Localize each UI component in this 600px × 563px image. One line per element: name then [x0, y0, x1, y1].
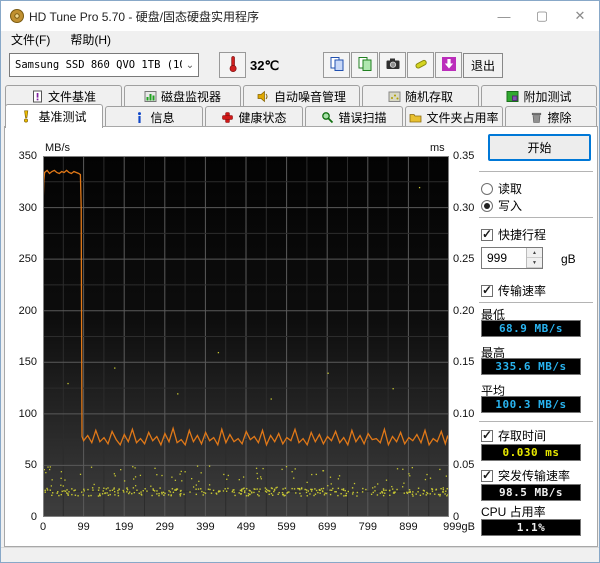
thermometer-icon — [225, 55, 241, 76]
cpu-label: CPU 占用率 — [481, 505, 546, 519]
burst-rate-label: 突发传输速率 — [498, 469, 571, 483]
tab-disk-monitor[interactable]: 磁盘监视器 — [124, 85, 241, 106]
temperature-value: 32℃ — [250, 58, 280, 73]
drive-select-value: Samsung SSD 860 QVO 1TB (1000 gB) — [15, 59, 182, 71]
separator — [479, 421, 593, 422]
checkbox-check-icon — [481, 283, 493, 297]
tab-label: 信息 — [150, 111, 175, 125]
tab-random-access[interactable]: 随机存取 — [362, 85, 479, 106]
maximize-button[interactable]: ▢ — [523, 1, 561, 31]
tab-label: 基准测试 — [38, 110, 87, 124]
download-icon — [441, 56, 457, 75]
download-button[interactable] — [435, 52, 462, 78]
y-left-unit-label: MB/s — [45, 142, 71, 154]
separator — [479, 171, 593, 172]
chevron-down-icon: ⌄ — [185, 59, 195, 71]
tab-erase[interactable]: 擦除 — [505, 106, 597, 128]
tab-label: 错误扫描 — [338, 111, 387, 125]
temperature-button[interactable] — [219, 52, 246, 78]
menu-bar: 文件(F) 帮助(H) — [1, 31, 599, 48]
title-bar: HD Tune Pro 5.70 - 硬盘/固态硬盘实用程序 — ▢ ✕ — [1, 1, 599, 31]
menu-help[interactable]: 帮助(H) — [60, 31, 121, 48]
min-value-display: 68.9 MB/s — [481, 320, 581, 337]
write-radio-label: 写入 — [498, 199, 523, 213]
tab-label: 磁盘监视器 — [160, 89, 221, 104]
spinner-up-icon[interactable]: ▲ — [527, 248, 542, 258]
tab-noise-management[interactable]: 自动噪音管理 — [243, 85, 360, 106]
save-results-icon — [413, 56, 429, 75]
tab-extra-tests[interactable]: 附加测试 — [481, 85, 597, 106]
transfer-rate-label: 传输速率 — [498, 284, 547, 298]
erase-icon — [530, 111, 543, 124]
radio-circle-icon — [481, 182, 493, 195]
short-stroke-unit-label: gB — [561, 252, 576, 266]
max-value-display: 335.6 MB/s — [481, 358, 581, 375]
copy-image-button[interactable] — [351, 52, 378, 78]
extra-tests-icon — [506, 90, 519, 103]
tab-label: 健康状态 — [238, 111, 287, 125]
separator — [479, 302, 593, 303]
close-button[interactable]: ✕ — [561, 1, 599, 31]
burst-rate-display: 98.5 MB/s — [481, 484, 581, 501]
app-logo-icon — [9, 8, 25, 27]
copy-button[interactable] — [323, 52, 350, 78]
tab-info[interactable]: 信息 — [105, 106, 203, 128]
checkbox-check-icon — [481, 468, 493, 482]
menu-file[interactable]: 文件(F) — [1, 31, 60, 48]
info-icon — [133, 111, 146, 124]
folder-usage-icon — [409, 111, 422, 124]
status-bar — [1, 547, 599, 562]
tab-health[interactable]: 健康状态 — [205, 106, 303, 128]
file-benchmark-icon — [31, 90, 44, 103]
copy-icon — [329, 56, 345, 75]
tab-benchmark[interactable]: 基准测试 — [5, 104, 103, 128]
y-right-unit-label: ms — [430, 142, 445, 154]
write-radio[interactable]: 写入 — [481, 197, 522, 214]
short-stroke-spinner[interactable]: 999 ▲ ▼ — [481, 247, 543, 269]
copy-image-icon — [357, 56, 373, 75]
camera-icon — [385, 56, 401, 75]
separator — [479, 217, 593, 218]
cpu-usage-display: 1.1% — [481, 519, 581, 536]
avg-value-display: 100.3 MB/s — [481, 396, 581, 413]
read-radio-label: 读取 — [498, 182, 523, 196]
drive-select-dropdown[interactable]: Samsung SSD 860 QVO 1TB (1000 gB) ⌄ — [9, 53, 199, 77]
exit-button[interactable]: 退出 — [463, 53, 503, 78]
error-scan-icon — [321, 111, 334, 124]
short-stroke-value: 999 — [487, 251, 508, 265]
benchmark-chart — [43, 156, 449, 517]
access-time-label: 存取时间 — [498, 429, 547, 443]
tab-folder-usage[interactable]: 文件夹占用率 — [405, 106, 503, 128]
access-time-display: 0.030 ms — [481, 444, 581, 461]
tab-file-benchmark[interactable]: 文件基准 — [5, 85, 122, 106]
noise-management-icon — [257, 90, 270, 103]
screenshot-button[interactable] — [379, 52, 406, 78]
save-results-button[interactable] — [407, 52, 434, 78]
tab-label: 附加测试 — [523, 89, 572, 104]
minimize-button[interactable]: — — [485, 1, 523, 31]
tab-error-scan[interactable]: 错误扫描 — [305, 106, 403, 128]
short-stroke-checkbox[interactable]: 快捷行程 — [481, 226, 546, 243]
checkbox-check-icon — [481, 227, 493, 241]
random-access-icon — [388, 90, 401, 103]
read-radio[interactable]: 读取 — [481, 180, 522, 197]
tab-label: 文件夹占用率 — [426, 111, 499, 125]
radio-circle-icon — [481, 199, 493, 212]
spinner-down-icon[interactable]: ▼ — [527, 258, 542, 268]
disk-monitor-icon — [144, 90, 157, 103]
short-stroke-label: 快捷行程 — [498, 228, 547, 242]
checkbox-check-icon — [481, 428, 493, 442]
tab-label: 擦除 — [547, 111, 572, 125]
start-button[interactable]: 开始 — [488, 134, 591, 161]
window-title: HD Tune Pro 5.70 - 硬盘/固态硬盘实用程序 — [29, 9, 260, 24]
hd-tune-window: HD Tune Pro 5.70 - 硬盘/固态硬盘实用程序 — ▢ ✕ 文件(… — [0, 0, 600, 563]
access-time-checkbox[interactable]: 存取时间 — [481, 427, 546, 444]
health-icon — [221, 111, 234, 124]
transfer-rate-checkbox[interactable]: 传输速率 — [481, 282, 546, 299]
benchmark-icon — [21, 110, 34, 123]
tab-label: 自动噪音管理 — [273, 89, 346, 104]
tab-label: 文件基准 — [47, 89, 96, 104]
burst-rate-checkbox[interactable]: 突发传输速率 — [481, 467, 570, 484]
tab-label: 随机存取 — [404, 89, 453, 104]
